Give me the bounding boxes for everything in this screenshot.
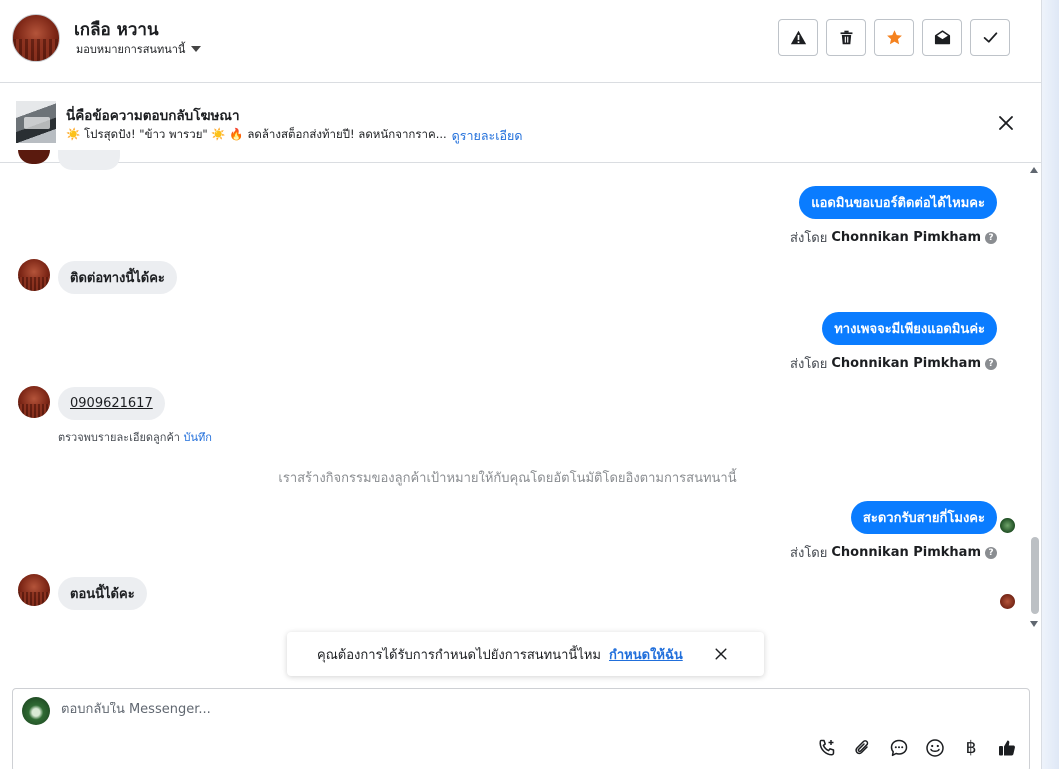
assign-label: มอบหมายการสนทนานี้ [76,43,186,56]
help-icon[interactable]: ? [985,231,997,244]
message-bubble-outgoing[interactable]: ทางเพจจะมีเพียงแอดมินค่ะ [822,312,997,345]
ad-details-link[interactable]: ดูรายละเอียด [452,126,523,146]
reply-composer: ฿ [12,688,1030,769]
system-note: เราสร้างกิจกรรมของลูกค้าเป้าหมายให้กับคุ… [278,471,737,486]
scroll-down-arrow[interactable] [1030,621,1038,627]
emoji-button[interactable] [924,737,946,759]
save-details-link[interactable]: บันทึก [183,431,211,444]
contact-avatar[interactable] [12,14,60,62]
message-bubble-partial [58,150,120,170]
paperclip-icon [855,740,869,755]
star-button[interactable] [874,19,914,56]
message-bubble-outgoing[interactable]: แอดมินขอเบอร์ติดต่อได้ไหมคะ [799,186,997,219]
mail-open-icon [934,30,950,45]
warning-icon [790,30,806,45]
assign-prompt-toast: คุณต้องการได้รับการกำหนดไปยังการสนทนานี้… [287,632,764,676]
scrollbar-thumb[interactable] [1031,537,1039,614]
phone-plus-icon [819,739,835,756]
help-icon[interactable]: ? [985,546,997,559]
customer-avatar [18,259,50,291]
close-icon[interactable] [713,646,729,662]
read-receipt-avatar [1000,594,1015,609]
message-bubble-incoming[interactable]: ติดต่อทางนี้ได้คะ [58,261,177,294]
sent-by-prefix: ส่งโดย [790,357,828,372]
call-button[interactable] [816,737,838,759]
sent-by-label: ส่งโดย Chonnikan Pimkham ? [790,542,997,563]
sent-by-label: ส่งโดย Chonnikan Pimkham ? [790,353,997,374]
delete-button[interactable] [826,19,866,56]
detect-text: ตรวจพบรายละเอียดลูกค้า [58,431,180,444]
side-panel-edge [1042,0,1059,769]
mark-spam-button[interactable] [778,19,818,56]
help-icon[interactable]: ? [985,357,997,370]
sent-by-prefix: ส่งโดย [790,231,828,246]
sent-by-label: ส่งโดย Chonnikan Pimkham ? [790,227,997,248]
star-icon [886,30,902,45]
ad-banner-text: ☀️ โปรสุดปัง! "ข้าว พารวย" ☀️ 🔥 ลดล้างสต… [66,127,447,141]
page-avatar [22,697,50,725]
sender-name: Chonnikan Pimkham [831,545,981,560]
thumbs-up-icon [999,740,1015,756]
sent-by-prefix: ส่งโดย [790,546,828,561]
ad-reply-banner: นี่คือข้อความตอบกลับโฆษณา ☀️ โปรสุดปัง! … [0,84,1041,163]
sender-name: Chonnikan Pimkham [831,356,981,371]
phone-number-link[interactable]: 0909621617 [70,396,153,411]
trash-icon [840,30,852,45]
payment-button[interactable]: ฿ [960,737,982,759]
conversation-header: เกลือ หวาน มอบหมายการสนทนานี้ [0,0,1041,83]
seen-avatar [1000,518,1015,533]
saved-replies-button[interactable] [888,737,910,759]
assign-to-me-link[interactable]: กำหนดให้ฉัน [609,644,683,665]
contact-name[interactable]: เกลือ หวาน [74,16,159,43]
customer-avatar [18,386,50,418]
message-bubble-incoming[interactable]: 0909621617 [58,387,165,420]
ad-thumbnail[interactable] [16,101,56,143]
customer-avatar [18,574,50,606]
scroll-up-arrow[interactable] [1030,167,1038,173]
ad-banner-text-row: ☀️ โปรสุดปัง! "ข้าว พารวย" ☀️ 🔥 ลดล้างสต… [66,126,522,146]
ad-banner-title: นี่คือข้อความตอบกลับโฆษณา [66,108,240,124]
caret-down-icon [191,46,202,52]
customer-details-detected: ตรวจพบรายละเอียดลูกค้า บันทึก [58,428,212,446]
sender-name: Chonnikan Pimkham [831,230,981,245]
chat-bubble-icon [890,739,908,757]
emoji-icon [926,739,944,757]
check-icon [983,32,997,43]
like-button[interactable] [996,737,1018,759]
reply-input[interactable] [61,702,961,717]
baht-icon: ฿ [965,738,977,758]
message-bubble-outgoing[interactable]: สะดวกรับสายกี่โมงคะ [850,501,997,534]
message-bubble-incoming[interactable]: ตอนนี้ได้คะ [58,577,147,610]
close-icon[interactable] [996,113,1016,133]
assign-dropdown[interactable]: มอบหมายการสนทนานี้ [76,40,202,58]
mark-unread-button[interactable] [922,19,962,56]
toast-text: คุณต้องการได้รับการกำหนดไปยังการสนทนานี้… [317,647,601,663]
attach-button[interactable] [852,737,874,759]
mark-done-button[interactable] [970,19,1010,56]
